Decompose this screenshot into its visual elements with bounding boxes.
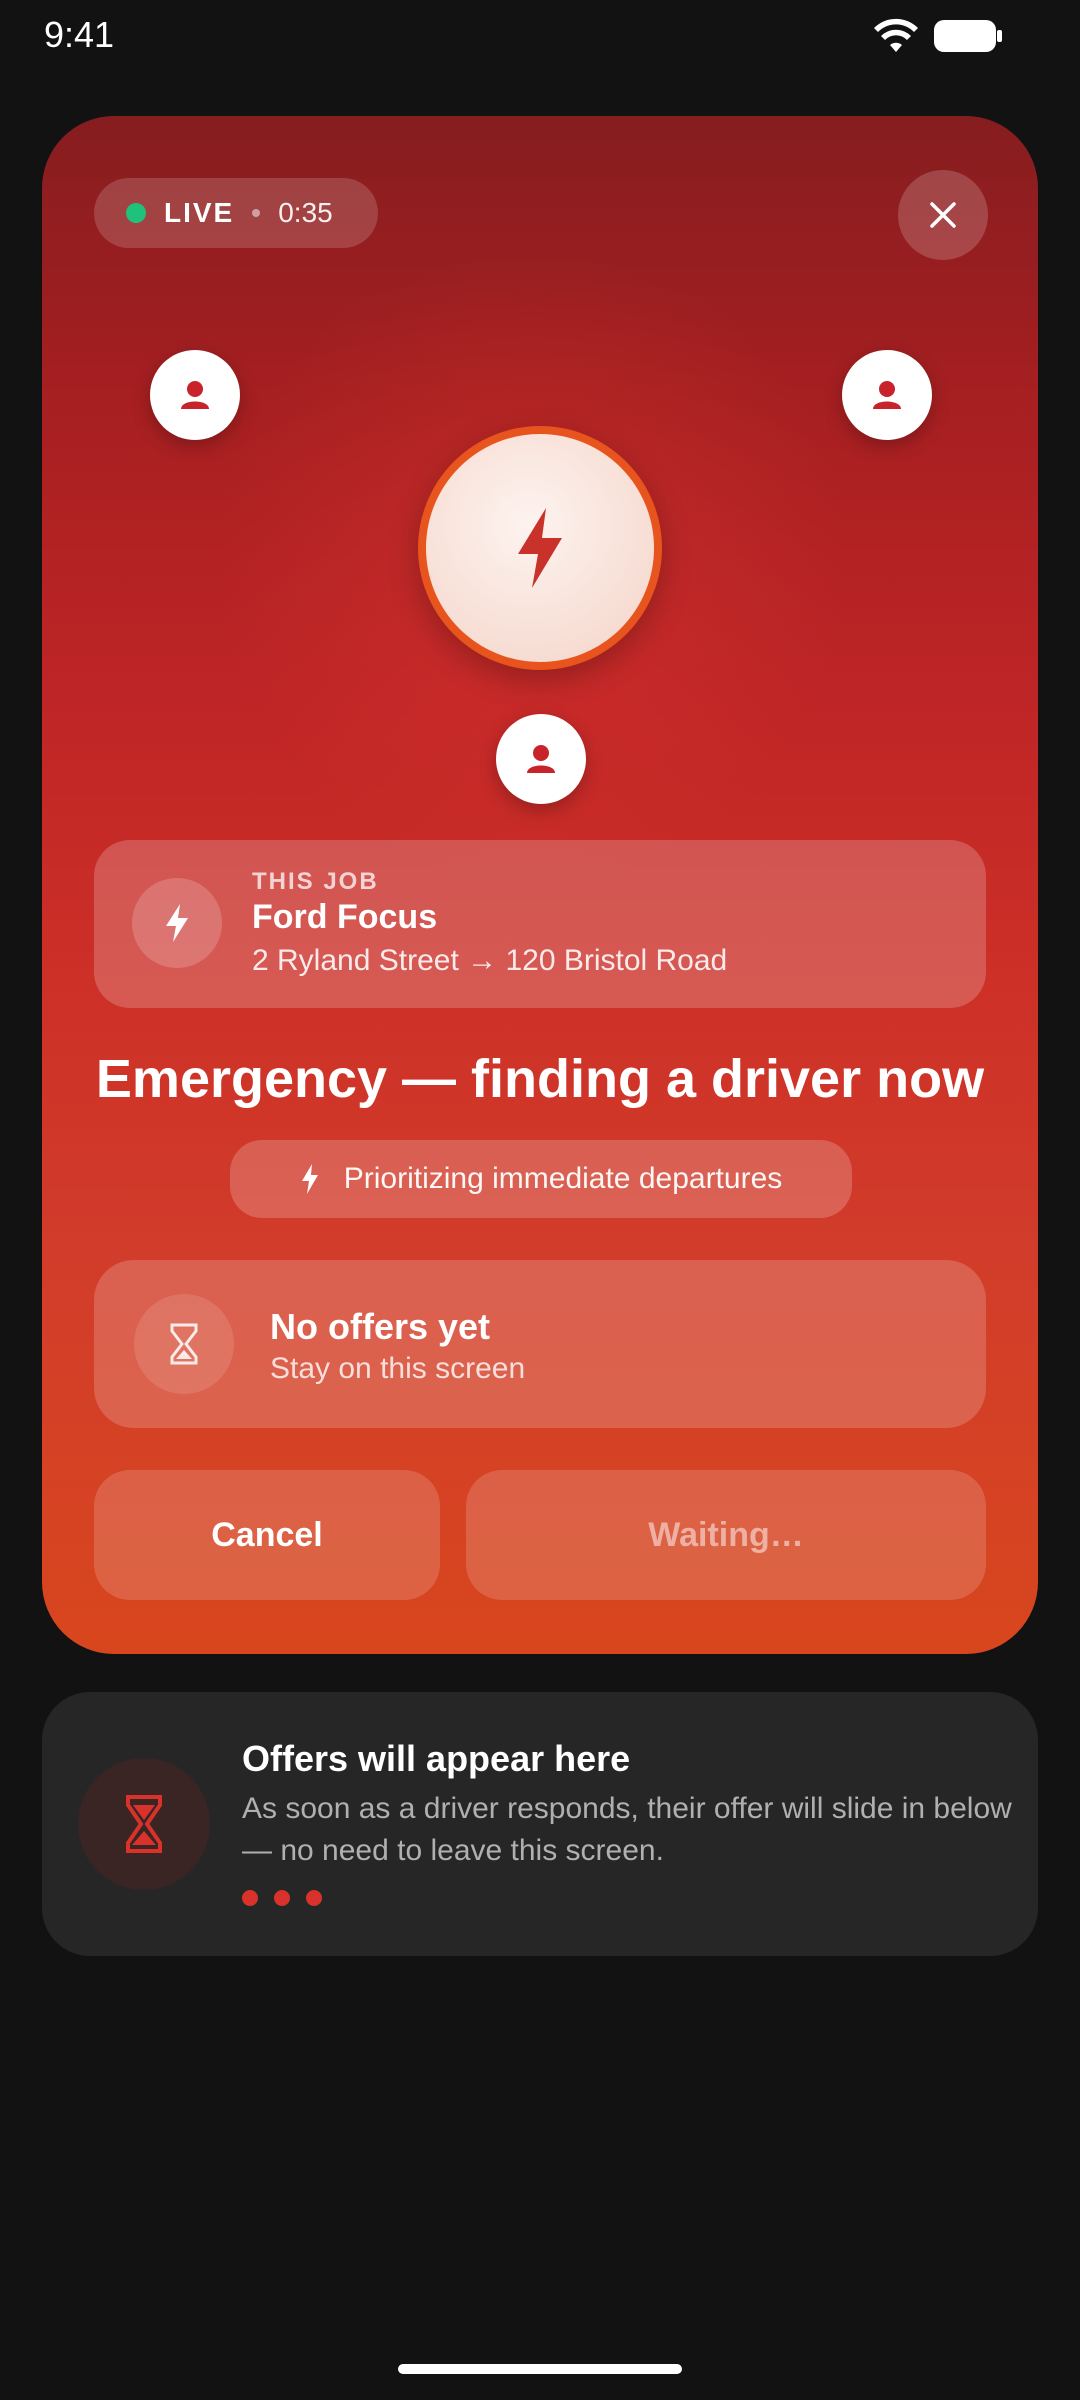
live-label: LIVE — [164, 197, 235, 228]
lightning-icon — [166, 904, 188, 942]
loading-dot — [242, 1890, 258, 1906]
lightning-icon — [301, 1164, 318, 1194]
home-indicator[interactable] — [398, 2364, 682, 2374]
separator-dot — [252, 209, 261, 217]
priority-text: Prioritizing immediate departures — [343, 1162, 783, 1195]
live-dot — [126, 203, 146, 223]
battery-icon — [934, 20, 1002, 52]
job-route: 2 Ryland Street → 120 Bristol Road — [252, 944, 728, 977]
offers-card-title: Offers will appear here — [242, 1738, 631, 1779]
nearby-driver-marker — [842, 350, 932, 440]
job-vehicle: Ford Focus — [252, 898, 438, 936]
job-overline: THIS JOB — [252, 868, 379, 895]
elapsed-timer: 0:35 — [278, 197, 333, 228]
emergency-pulse-center — [418, 426, 662, 670]
hourglass-badge — [134, 1294, 234, 1394]
person-icon — [873, 381, 901, 409]
job-summary-card: THIS JOB Ford Focus 2 Ryland Street → 12… — [94, 840, 986, 1008]
status-bar: 9:41 — [0, 0, 1080, 70]
status-time: 9:41 — [44, 14, 115, 55]
offers-status-subtitle: Stay on this screen — [270, 1352, 526, 1385]
lightning-icon — [518, 508, 562, 588]
loading-dot — [306, 1890, 322, 1906]
hourglass-badge — [78, 1758, 210, 1890]
cancel-button[interactable]: Cancel — [94, 1470, 440, 1600]
page-title: Emergency — finding a driver now — [95, 1049, 985, 1109]
loading-dots — [242, 1890, 338, 1906]
person-icon — [527, 745, 555, 773]
emergency-search-card: LIVE 0:35 THIS JOB Ford Focus 2 Ryland S… — [42, 116, 1038, 1654]
nearby-driver-marker — [150, 350, 240, 440]
priority-badge: Prioritizing immediate departures — [230, 1140, 852, 1218]
offers-card-body: As soon as a driver responds, their offe… — [242, 1792, 1012, 1867]
hourglass-icon — [170, 1323, 198, 1365]
job-icon-badge — [132, 878, 222, 968]
person-icon — [181, 381, 209, 409]
offers-status-card: No offers yet Stay on this screen — [94, 1260, 986, 1428]
loading-dot — [274, 1890, 290, 1906]
nearby-driver-marker — [496, 714, 586, 804]
wifi-icon — [874, 18, 918, 52]
close-icon — [930, 202, 956, 228]
hourglass-icon — [126, 1795, 162, 1853]
waiting-button[interactable]: Waiting… — [466, 1470, 986, 1600]
offers-placeholder-card: Offers will appear here As soon as a dri… — [42, 1692, 1038, 1956]
live-indicator: LIVE 0:35 — [94, 178, 378, 248]
offers-status-title: No offers yet — [270, 1306, 491, 1347]
close-button[interactable] — [898, 170, 988, 260]
